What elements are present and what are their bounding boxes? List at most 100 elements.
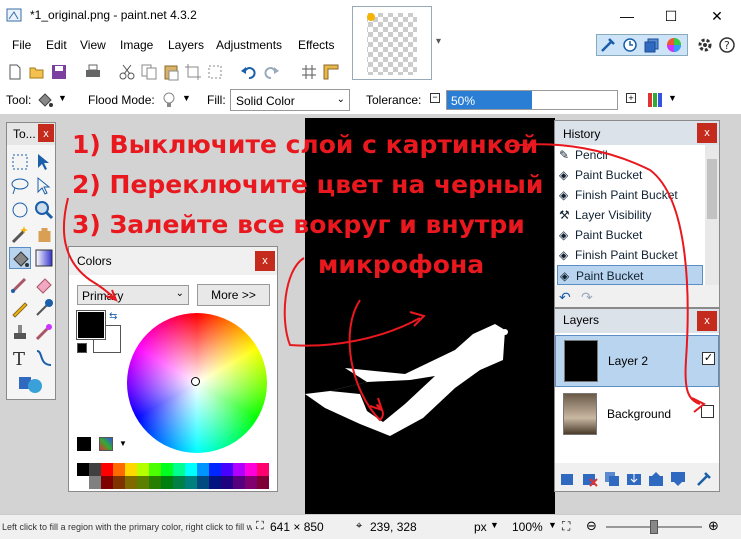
shapes-icon[interactable] [15, 373, 49, 395]
units-dropdown-icon[interactable]: ▼ [490, 520, 499, 530]
palette-swatch[interactable] [77, 463, 89, 476]
add-layer-icon[interactable] [559, 470, 577, 488]
merge-layer-down-icon[interactable] [625, 470, 643, 488]
palette-swatch[interactable] [113, 476, 125, 489]
blend-mode-icon[interactable] [646, 91, 664, 109]
palette-swatch[interactable] [89, 463, 101, 476]
tools-window-icon[interactable] [599, 36, 617, 54]
deselect-icon[interactable] [206, 63, 224, 81]
palette-swatch[interactable] [89, 476, 101, 489]
crop-icon[interactable] [184, 63, 202, 81]
palette-swatch[interactable] [137, 476, 149, 489]
layers-window-icon[interactable] [643, 36, 661, 54]
tolerance-decrease-button[interactable]: − [430, 93, 440, 103]
palette-swatch[interactable] [173, 463, 185, 476]
fill-select[interactable]: Solid Color ⌄ [230, 89, 350, 111]
zoom-in-icon[interactable]: ⊕ [708, 518, 719, 534]
palette-swatch[interactable] [245, 463, 257, 476]
menu-view[interactable]: View [80, 38, 106, 52]
colors-window-icon[interactable] [665, 36, 683, 54]
move-layer-up-icon[interactable] [647, 470, 665, 488]
delete-layer-icon[interactable] [581, 470, 599, 488]
units-select[interactable]: px [474, 520, 487, 534]
ruler-icon[interactable] [322, 63, 340, 81]
lasso-select-icon[interactable] [9, 175, 31, 197]
zoom-dropdown-icon[interactable]: ▼ [548, 520, 557, 530]
layer-row[interactable]: Background [555, 389, 719, 441]
history-scrollbar-thumb[interactable] [707, 159, 717, 219]
palette-swatch[interactable] [149, 463, 161, 476]
palette-swatch[interactable] [101, 463, 113, 476]
paint-bucket-tool-icon[interactable] [9, 247, 31, 269]
palette-dropdown-icon[interactable]: ▼ [119, 439, 127, 448]
flood-mode-icon[interactable] [160, 91, 178, 109]
layer-visibility-checkbox[interactable]: ✓ [702, 352, 715, 365]
pan-hand-icon[interactable] [33, 223, 55, 245]
layer-row[interactable]: Layer 2 ✓ [555, 335, 719, 387]
history-redo-icon[interactable]: ↷ [581, 289, 593, 306]
color-picker-icon[interactable] [33, 297, 55, 319]
paint-bucket-icon[interactable] [36, 91, 54, 109]
layer-visibility-checkbox[interactable] [701, 405, 714, 418]
palette-swatch[interactable] [173, 476, 185, 489]
zoom-level[interactable]: 100% [512, 520, 543, 534]
close-button[interactable]: ✕ [702, 4, 732, 28]
palette-swatch[interactable] [137, 463, 149, 476]
palette-swatch[interactable] [149, 476, 161, 489]
undo-icon[interactable] [240, 63, 258, 81]
maximize-button[interactable]: ☐ [656, 4, 686, 28]
color-palette[interactable] [77, 463, 271, 489]
move-layer-down-icon[interactable] [669, 470, 687, 488]
ellipse-select-icon[interactable] [9, 199, 31, 221]
paste-icon[interactable] [162, 63, 180, 81]
zoom-slider-thumb[interactable] [650, 520, 658, 534]
color-wheel-cursor[interactable] [191, 377, 200, 386]
history-undo-icon[interactable]: ↶ [559, 289, 571, 306]
grid-icon[interactable] [300, 63, 318, 81]
cut-icon[interactable] [118, 63, 136, 81]
copy-icon[interactable] [140, 63, 158, 81]
minimize-button[interactable]: — [612, 4, 642, 28]
palette-swatch[interactable] [221, 476, 233, 489]
palette-swatch[interactable] [197, 463, 209, 476]
zoom-out-icon[interactable]: ⊖ [586, 518, 597, 534]
reset-colors-icon[interactable] [77, 343, 87, 353]
duplicate-layer-icon[interactable] [603, 470, 621, 488]
palette-swatch[interactable] [209, 476, 221, 489]
move-selection-icon[interactable] [33, 175, 55, 197]
zoom-fit-icon[interactable]: ⛶ [562, 519, 570, 534]
palette-swatch[interactable] [257, 463, 269, 476]
palette-swatch[interactable] [209, 463, 221, 476]
palette-menu-icon[interactable] [99, 437, 113, 451]
palette-swatch[interactable] [245, 476, 257, 489]
palette-swatch[interactable] [113, 463, 125, 476]
palette-swatch[interactable] [161, 463, 173, 476]
zoom-icon[interactable] [33, 199, 55, 221]
more-colors-button[interactable]: More >> [197, 284, 270, 306]
menu-adjustments[interactable]: Adjustments [216, 38, 282, 52]
history-item[interactable]: ◈ Finish Paint Bucket [557, 245, 703, 265]
text-icon[interactable]: T [9, 347, 31, 370]
primary-color-swatch[interactable] [76, 310, 106, 340]
zoom-slider[interactable] [606, 520, 702, 534]
pencil-icon[interactable] [9, 297, 31, 319]
history-item[interactable]: ◈ Paint Bucket [557, 165, 703, 185]
menu-image[interactable]: Image [120, 38, 153, 52]
magic-wand-icon[interactable] [9, 223, 31, 245]
paintbrush-icon[interactable] [9, 273, 31, 295]
palette-swatch[interactable] [257, 476, 269, 489]
history-scrollbar[interactable] [705, 145, 719, 285]
layer-properties-icon[interactable] [695, 470, 713, 488]
recolor-icon[interactable] [33, 321, 55, 343]
palette-swatch[interactable] [101, 476, 113, 489]
settings-gear-icon[interactable] [696, 36, 714, 54]
colors-close-button[interactable]: x [255, 251, 275, 271]
palette-swatch[interactable] [233, 476, 245, 489]
color-wheel[interactable] [127, 313, 267, 453]
image-thumbnail-tab[interactable] [352, 6, 432, 80]
palette-swatch[interactable] [77, 476, 89, 489]
menu-edit[interactable]: Edit [46, 38, 67, 52]
palette-swatch[interactable] [125, 476, 137, 489]
clone-stamp-icon[interactable] [9, 321, 31, 343]
menu-effects[interactable]: Effects [298, 38, 334, 52]
